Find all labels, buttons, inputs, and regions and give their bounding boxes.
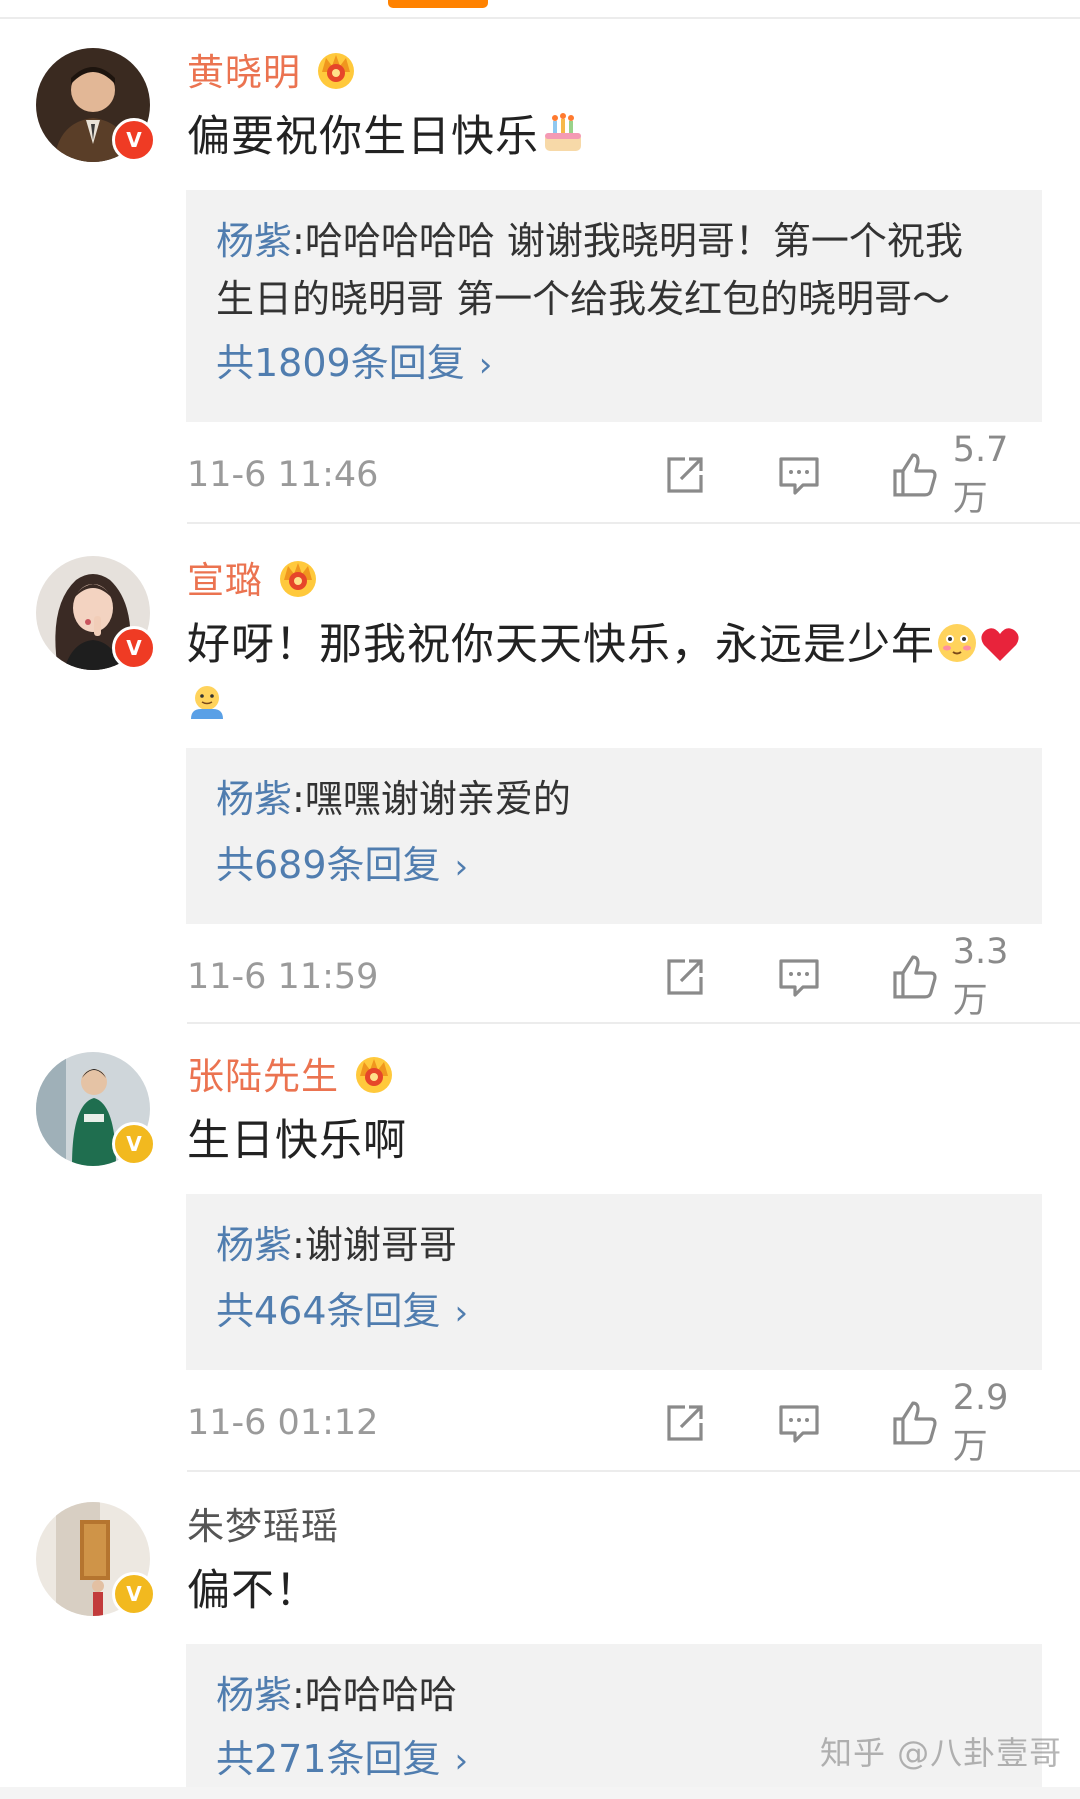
like-icon xyxy=(893,955,937,999)
reply-preview[interactable]: 杨紫:嘿嘿谢谢亲爱的 共689条回复 › xyxy=(186,748,1042,924)
reply-separator: : xyxy=(292,1673,305,1717)
comment-button[interactable] xyxy=(777,1398,821,1448)
reply-count[interactable]: 共271条回复 xyxy=(216,1737,441,1781)
reply-text: 嘿嘿谢谢亲爱的 xyxy=(304,777,571,821)
reply-author[interactable]: 杨紫 xyxy=(216,1223,292,1267)
share-button[interactable] xyxy=(663,450,707,500)
reply-line: 杨紫:哈哈哈哈 xyxy=(216,1666,1018,1724)
reply-text: 哈哈哈哈 xyxy=(304,1673,457,1717)
reply-author[interactable]: 杨紫 xyxy=(216,219,292,263)
comment-body-continued xyxy=(187,674,1047,732)
username[interactable]: 宣璐 xyxy=(187,550,263,604)
like-button[interactable]: 5.7万 xyxy=(891,430,1043,519)
avatar[interactable]: V xyxy=(36,48,156,162)
watermark: 知乎 @八卦壹哥 xyxy=(820,1734,1063,1772)
crown-icon xyxy=(318,53,354,89)
divider xyxy=(187,1022,1080,1024)
comment-meta: 11-6 11:59 3.3万 xyxy=(187,932,1043,1021)
reply-author[interactable]: 杨紫 xyxy=(216,1673,292,1717)
username-row[interactable]: 黄晓明 xyxy=(187,44,359,94)
like-button[interactable]: 3.3万 xyxy=(891,932,1043,1021)
avatar[interactable]: V xyxy=(36,556,156,670)
heart-icon xyxy=(981,628,1019,661)
like-icon xyxy=(893,1401,937,1445)
comment-icon xyxy=(779,457,819,495)
crown-icon xyxy=(280,561,316,597)
like-count: 3.3万 xyxy=(952,931,1009,1021)
comment-meta: 11-6 01:12 2.9万 xyxy=(187,1378,1043,1467)
username-row[interactable]: 宣璐 xyxy=(187,552,321,602)
bottom-edge xyxy=(0,1787,1080,1799)
share-icon xyxy=(667,457,703,493)
reply-count[interactable]: 共689条回复 xyxy=(216,843,441,887)
reply-text: 哈哈哈哈哈 谢谢我晓明哥！第一个祝我 xyxy=(304,219,963,263)
chevron-right-icon: › xyxy=(478,345,493,385)
reply-separator: : xyxy=(292,219,305,263)
reply-count-link[interactable]: 共1809条回复 › xyxy=(216,338,492,390)
timestamp: 11-6 01:12 xyxy=(187,1403,379,1443)
blush-face-icon xyxy=(938,624,976,662)
avatar[interactable]: V xyxy=(36,1052,156,1166)
share-icon xyxy=(667,1405,703,1441)
reply-count-link[interactable]: 共271条回复 › xyxy=(216,1734,468,1786)
username-row[interactable]: 张陆先生 xyxy=(187,1048,397,1098)
reply-text: 谢谢哥哥 xyxy=(304,1223,457,1267)
comment-body: 偏要祝你生日快乐 xyxy=(187,108,1047,166)
timestamp: 11-6 11:46 xyxy=(187,455,379,495)
comment-text: 好呀！那我祝你天天快乐，永远是少年 xyxy=(187,620,935,670)
username[interactable]: 黄晓明 xyxy=(187,42,301,96)
comment-text: 偏不！ xyxy=(187,1566,319,1616)
verified-badge: V xyxy=(112,1122,156,1166)
comment-button[interactable] xyxy=(777,952,821,1002)
reply-author[interactable]: 杨紫 xyxy=(216,777,292,821)
reply-text-continued: 生日的晓明哥 第一个给我发红包的晓明哥～ xyxy=(216,277,951,321)
comment-body: 生日快乐啊 xyxy=(187,1112,1047,1170)
comment-icon xyxy=(779,1405,819,1443)
reply-count[interactable]: 共1809条回复 xyxy=(216,341,465,385)
birthday-cake-icon xyxy=(545,113,581,151)
active-tab-indicator xyxy=(388,0,488,8)
comment-text: 生日快乐啊 xyxy=(187,1116,407,1166)
verified-badge: V xyxy=(112,626,156,670)
crown-icon xyxy=(356,1057,392,1093)
comment-body: 偏不！ xyxy=(187,1562,1047,1620)
like-icon xyxy=(893,453,937,497)
reply-line: 生日的晓明哥 第一个给我发红包的晓明哥～ xyxy=(216,270,1018,328)
reply-count[interactable]: 共464条回复 xyxy=(216,1289,441,1333)
username[interactable]: 朱梦瑶瑶 xyxy=(187,1496,339,1550)
comment-text: 偏要祝你生日快乐 xyxy=(187,112,539,162)
divider xyxy=(187,522,1080,524)
divider xyxy=(187,1470,1080,1472)
timestamp: 11-6 11:59 xyxy=(187,957,379,997)
like-button[interactable]: 2.9万 xyxy=(891,1378,1043,1467)
reply-preview[interactable]: 杨紫:哈哈哈哈哈 谢谢我晓明哥！第一个祝我 生日的晓明哥 第一个给我发红包的晓明… xyxy=(186,190,1042,422)
chevron-right-icon: › xyxy=(454,847,469,887)
reply-count-link[interactable]: 共689条回复 › xyxy=(216,840,468,892)
reply-separator: : xyxy=(292,777,305,821)
like-count: 5.7万 xyxy=(952,429,1009,519)
hug-icon xyxy=(191,686,223,719)
verified-badge: V xyxy=(112,118,156,162)
chevron-right-icon: › xyxy=(454,1741,469,1781)
username[interactable]: 张陆先生 xyxy=(187,1046,339,1100)
share-button[interactable] xyxy=(663,952,707,1002)
chevron-right-icon: › xyxy=(454,1293,469,1333)
reply-line: 杨紫:谢谢哥哥 xyxy=(216,1216,1018,1274)
tab-strip xyxy=(0,0,1080,19)
share-button[interactable] xyxy=(663,1398,707,1448)
reply-line: 杨紫:嘿嘿谢谢亲爱的 xyxy=(216,770,1018,828)
comment-body: 好呀！那我祝你天天快乐，永远是少年 xyxy=(187,616,1047,674)
comment-icon xyxy=(779,959,819,997)
reply-preview[interactable]: 杨紫:谢谢哥哥 共464条回复 › xyxy=(186,1194,1042,1370)
verified-badge: V xyxy=(112,1572,156,1616)
comment-button[interactable] xyxy=(777,450,821,500)
reply-count-link[interactable]: 共464条回复 › xyxy=(216,1286,468,1338)
username-row[interactable]: 朱梦瑶瑶 xyxy=(187,1498,339,1548)
reply-separator: : xyxy=(292,1223,305,1267)
like-count: 2.9万 xyxy=(952,1377,1009,1467)
share-icon xyxy=(667,959,703,995)
comment-meta: 11-6 11:46 5.7万 xyxy=(187,430,1043,519)
avatar[interactable]: V xyxy=(36,1502,156,1616)
reply-line: 杨紫:哈哈哈哈哈 谢谢我晓明哥！第一个祝我 xyxy=(216,212,1018,270)
